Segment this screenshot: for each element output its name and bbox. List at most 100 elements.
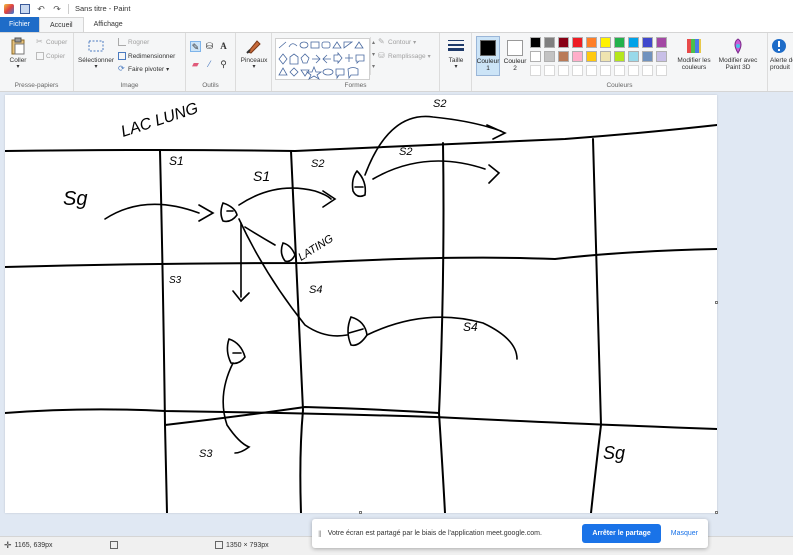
handwritten-label: S2 — [311, 158, 324, 170]
color-swatch[interactable] — [614, 65, 625, 76]
color-swatch[interactable] — [656, 37, 667, 48]
line-size-icon — [448, 40, 464, 51]
brushes-label: Pinceaux — [240, 57, 268, 64]
select-button[interactable]: Sélectionner ▾ — [78, 37, 114, 71]
color-swatch[interactable] — [628, 37, 639, 48]
fill-bucket-icon[interactable]: ⛁ — [204, 41, 215, 52]
color-swatch[interactable] — [600, 37, 611, 48]
fill-button[interactable]: ⛁ Remplissage ▾ — [378, 52, 431, 60]
stop-sharing-button[interactable]: Arrêter le partage — [582, 524, 661, 543]
color-swatch[interactable] — [530, 65, 541, 76]
color-swatch[interactable] — [572, 51, 583, 62]
resize-handle-corner[interactable] — [715, 511, 718, 514]
color-swatch[interactable] — [642, 37, 653, 48]
color-swatch[interactable] — [558, 65, 569, 76]
cut-label: Couper — [46, 38, 68, 46]
color-swatch[interactable] — [572, 65, 583, 76]
outline-label: Contour — [388, 38, 412, 46]
crop-button[interactable]: Rogner — [118, 38, 149, 46]
pencil-icon[interactable]: ✎ — [190, 41, 201, 52]
paste-button[interactable]: Coller ▾ — [5, 37, 31, 71]
product-alert-button[interactable]: Alerte de produit — [770, 37, 793, 71]
resize-button[interactable]: Redimensionner — [118, 52, 175, 60]
rotate-icon: ⟳ — [118, 64, 125, 73]
brushes-button[interactable]: Pinceaux ▾ — [239, 37, 269, 71]
outline-button[interactable]: ✎ Contour ▾ — [378, 38, 416, 46]
color-swatch[interactable] — [600, 65, 611, 76]
color-swatch[interactable] — [544, 51, 555, 62]
color-swatch[interactable] — [600, 51, 611, 62]
redo-icon[interactable]: ↷ — [52, 4, 62, 14]
handwritten-label: LAC LUNG — [119, 100, 200, 141]
scissors-icon: ✂ — [36, 37, 43, 46]
handwritten-label: S2 — [399, 146, 412, 158]
color-swatch[interactable] — [544, 37, 555, 48]
color-swatch[interactable] — [642, 65, 653, 76]
crop-icon — [118, 38, 126, 46]
fill-icon: ⛁ — [378, 51, 385, 60]
shapes-gallery-icons — [278, 41, 365, 81]
tab-view[interactable]: Affichage — [84, 17, 133, 32]
chevron-down-icon: ▾ — [166, 66, 170, 73]
color1-button[interactable]: Couleur 1 — [476, 36, 500, 76]
resize-handle-bottom[interactable] — [359, 511, 362, 514]
color-swatch[interactable] — [628, 51, 639, 62]
color2-button[interactable]: Couleur 2 — [503, 36, 527, 76]
resize-handle-right[interactable] — [715, 301, 718, 304]
color-swatch[interactable] — [656, 65, 667, 76]
color-swatch[interactable] — [614, 51, 625, 62]
arrow-s1-right — [238, 187, 337, 208]
image-size-text: 1350 × 793px — [226, 541, 269, 549]
shapes-gallery[interactable] — [275, 38, 370, 81]
selection-size — [110, 541, 118, 549]
color-swatch[interactable] — [642, 51, 653, 62]
tab-home[interactable]: Accueil — [39, 17, 84, 32]
edit-colors-button[interactable]: Modifier les couleurs — [674, 37, 714, 71]
color-swatch[interactable] — [558, 37, 569, 48]
clipboard-group: Coller ▾ ✂ Couper Copier Presse-papiers — [0, 33, 74, 91]
handwritten-label: S2 — [433, 98, 446, 110]
undo-icon[interactable]: ↶ — [36, 4, 46, 14]
hide-banner-button[interactable]: Masquer — [667, 524, 702, 543]
fill-label: Remplissage — [388, 52, 426, 60]
copy-button[interactable]: Copier — [36, 52, 65, 60]
color-swatch[interactable] — [530, 37, 541, 48]
color-swatch[interactable] — [628, 65, 639, 76]
arrow-s2-right — [372, 160, 501, 184]
rotate-button[interactable]: ⟳ Faire pivoter ▾ — [118, 65, 169, 73]
screen-share-banner: ‖ Votre écran est partagé par le biais d… — [312, 519, 708, 548]
color-swatch[interactable] — [586, 51, 597, 62]
chevron-down-icon: ▾ — [427, 53, 431, 60]
chevron-down-icon: ▾ — [252, 64, 256, 70]
tools-group: ✎ ⛁ A ▰ ⁄ ⚲ Outils — [186, 33, 236, 91]
magnifier-icon[interactable]: ⚲ — [218, 59, 229, 70]
clipboard-group-label: Presse-papiers — [14, 82, 59, 89]
paint3d-button[interactable]: Modifier avec Paint 3D — [716, 37, 760, 71]
color-swatch[interactable] — [586, 37, 597, 48]
color-swatch[interactable] — [544, 65, 555, 76]
color-swatch[interactable] — [614, 37, 625, 48]
save-icon[interactable] — [20, 3, 30, 14]
grid-line-center — [290, 150, 304, 513]
eraser-icon[interactable]: ▰ — [190, 59, 201, 70]
color-swatch[interactable] — [558, 51, 569, 62]
color-swatch[interactable] — [572, 37, 583, 48]
size-button[interactable]: Taille ▾ — [443, 37, 469, 71]
color-picker-icon[interactable]: ⁄ — [204, 59, 215, 70]
handwritten-label: Sg — [63, 188, 87, 210]
cut-button[interactable]: ✂ Couper — [36, 38, 67, 46]
color-swatch[interactable] — [586, 65, 597, 76]
shapes-scroll[interactable]: ▴ ▾ ▾ — [370, 37, 376, 75]
color1-swatch — [480, 40, 496, 56]
color-swatch[interactable] — [656, 51, 667, 62]
handwritten-label: S3 — [199, 448, 213, 460]
tab-file[interactable]: Fichier — [0, 17, 40, 32]
chevron-down-icon: ▾ — [413, 39, 417, 46]
drawing-canvas[interactable]: LAC LUNG S1 S1 S2 S2 S2 Sg S3 S4 S4 S3 Sg LATING — [5, 95, 718, 514]
color-swatch[interactable] — [530, 51, 541, 62]
text-tool-icon[interactable]: A — [218, 41, 229, 52]
drag-handle-icon[interactable]: ‖ — [318, 529, 322, 539]
colors-group-label: Couleurs — [606, 82, 633, 89]
vehicle-4 — [347, 316, 368, 347]
select-rectangle-icon — [88, 40, 104, 52]
